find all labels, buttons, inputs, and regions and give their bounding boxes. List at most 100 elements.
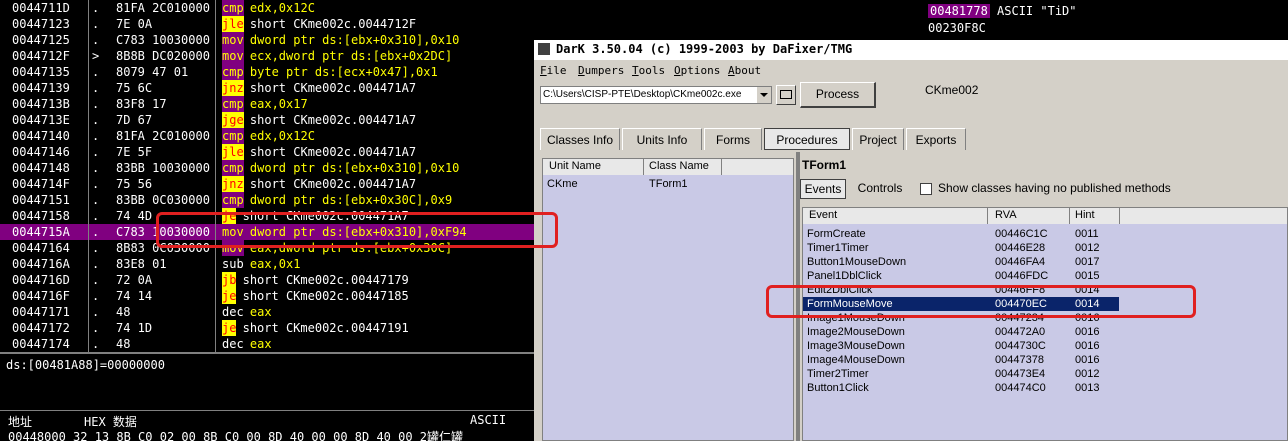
disasm-mnemonic: dec: [222, 337, 244, 351]
disasm-row[interactable]: 00447135. 8079 47 01 cmp byte ptr ds:[ecx+0…: [0, 64, 534, 80]
form-label: TForm1: [802, 158, 847, 172]
folder-icon: [780, 90, 792, 99]
tab-forms[interactable]: Forms: [704, 128, 762, 150]
disasm-row[interactable]: 00447174. 48 dec eax: [0, 336, 534, 352]
stack-row[interactable]: 00230F8C: [928, 21, 986, 35]
event-rva: 004473E4: [995, 368, 1046, 380]
disasm-row[interactable]: 00447140. 81FA 2C010000 cmp edx,0x12C: [0, 128, 534, 144]
title-bar[interactable]: DarK 3.50.04 (c) 1999-2003 by DaFixer/TM…: [534, 40, 1288, 60]
disasm-row[interactable]: 0044716D. 72 0A jb short CKme002c.00447179: [0, 272, 534, 288]
event-row[interactable]: FormCreate 00446C1C 0011: [803, 227, 1119, 241]
disasm-row[interactable]: 00447146. 7E 5F jle short CKme002c.004471A7: [0, 144, 534, 160]
dump-row[interactable]: 00448000 32 13 8B C0 02 00 8B C0 00 8D 4…: [0, 428, 534, 441]
project-name: CKme002: [925, 83, 979, 97]
tab-project[interactable]: Project: [852, 128, 904, 150]
disasm-operands: short CKme002c.004471A7: [249, 145, 417, 159]
file-path-combo[interactable]: C:\Users\CISP-PTE\Desktop\CKme002c.exe: [540, 86, 772, 104]
column-header-rva[interactable]: RVA: [995, 209, 1017, 221]
disasm-marker: .: [92, 321, 100, 335]
menu-tools[interactable]: Tools: [632, 64, 665, 77]
event-hint: 0016: [1075, 340, 1100, 352]
list-item[interactable]: CKme TForm1: [543, 177, 793, 193]
event-hint: 0012: [1075, 242, 1100, 254]
column-header-unit[interactable]: Unit Name: [549, 160, 601, 172]
unit-list[interactable]: Unit Name Class Name CKme TForm1: [542, 158, 794, 441]
disasm-hex: 74 14: [116, 289, 153, 303]
disasm-marker: .: [92, 273, 100, 287]
stack-value: ASCII "TiD": [997, 4, 1077, 18]
disasm-mnemonic: cmp: [222, 160, 244, 176]
tab-exports[interactable]: Exports: [906, 128, 966, 150]
tab-classes-info[interactable]: Classes Info: [540, 128, 620, 150]
disasm-row[interactable]: 00447125. C783 10030000 mov dword ptr ds:[e…: [0, 32, 534, 48]
disasm-address: 00447139: [12, 81, 70, 95]
disasm-mnemonic: jb: [222, 272, 237, 288]
menu-dumpers[interactable]: Dumpers: [578, 64, 624, 77]
event-rva: 0044730C: [995, 340, 1046, 352]
process-button[interactable]: Process: [800, 82, 876, 108]
open-file-button[interactable]: [776, 85, 796, 105]
column-header-event[interactable]: Event: [809, 209, 837, 221]
tab-units-info[interactable]: Units Info: [622, 128, 702, 150]
event-row[interactable]: Image4MouseDown 00447378 0016: [803, 353, 1119, 367]
disasm-address: 0044716D: [12, 273, 70, 287]
disasm-row[interactable]: 0044716A. 83E8 01 sub eax,0x1: [0, 256, 534, 272]
menu-about[interactable]: About: [728, 64, 761, 77]
annotation-box: [766, 285, 1196, 318]
disasm-row[interactable]: 00447123. 7E 0A jle short CKme002c.0044712F: [0, 16, 534, 32]
disasm-row[interactable]: 00447172. 74 1D je short CKme002c.00447191: [0, 320, 534, 336]
disasm-row[interactable]: 00447151. 83BB 0C030000 cmp dword ptr ds:[e…: [0, 192, 534, 208]
event-row[interactable]: Button1MouseDown 00446FA4 0017: [803, 255, 1119, 269]
tab-events[interactable]: Events: [800, 179, 846, 199]
event-row[interactable]: Image2MouseDown 004472A0 0016: [803, 325, 1119, 339]
menu-file[interactable]: File: [540, 64, 567, 77]
event-row[interactable]: Button1Click 004474C0 0013: [803, 381, 1119, 395]
tab-procedures[interactable]: Procedures: [764, 128, 850, 150]
disasm-address: 00447125: [12, 33, 70, 47]
disasm-row[interactable]: 00447139. 75 6C jnz short CKme002c.004471A7: [0, 80, 534, 96]
disasm-marker: .: [92, 241, 100, 255]
unit-list-header: Unit Name Class Name: [543, 159, 793, 175]
tab-controls[interactable]: Controls: [856, 179, 904, 199]
event-rva: 00446E28: [995, 242, 1046, 254]
disasm-row[interactable]: 0044713B. 83F8 17 cmp eax,0x17: [0, 96, 534, 112]
events-list[interactable]: Event RVA Hint FormCreate 00446C1C 0011 Tim…: [802, 207, 1288, 441]
disasm-row[interactable]: 00447148. 83BB 10030000 cmp dword ptr ds:[e…: [0, 160, 534, 176]
column-header-class[interactable]: Class Name: [649, 160, 709, 172]
disassembly-pane[interactable]: 0044711D. 81FA 2C010000 cmp edx,0x12C 004471…: [0, 0, 534, 352]
disasm-address: 00447151: [12, 193, 70, 207]
event-row[interactable]: Panel1DblClick 00446FDC 0015: [803, 269, 1119, 283]
event-name: Timer1Timer: [807, 242, 869, 254]
column-header-hint[interactable]: Hint: [1075, 209, 1095, 221]
event-hint: 0016: [1075, 354, 1100, 366]
disasm-mnemonic: jnz: [222, 80, 244, 96]
disasm-hex: 48: [116, 305, 131, 319]
disasm-row[interactable]: 0044716F. 74 14 je short CKme002c.00447185: [0, 288, 534, 304]
event-row[interactable]: Image3MouseDown 0044730C 0016: [803, 339, 1119, 353]
menu-bar: File Dumpers Tools Options About: [534, 62, 1288, 80]
disasm-row[interactable]: 0044713E. 7D 67 jge short CKme002c.004471A7: [0, 112, 534, 128]
disasm-row[interactable]: 0044712F >8B8B DC020000 mov ecx,dword ptr d…: [0, 48, 534, 64]
disasm-address: 00447135: [12, 65, 70, 79]
dump-header-ascii[interactable]: ASCII: [470, 413, 506, 427]
event-rva: 00447378: [995, 354, 1044, 366]
window-title: DarK 3.50.04 (c) 1999-2003 by DaFixer/TM…: [556, 42, 853, 56]
event-name: Image4MouseDown: [807, 354, 905, 366]
disasm-row[interactable]: 0044711D. 81FA 2C010000 cmp edx,0x12C: [0, 0, 534, 16]
menu-label: ile: [546, 64, 567, 77]
event-row[interactable]: Timer2Timer 004473E4 0012: [803, 367, 1119, 381]
disasm-hex: 7E 5F: [116, 145, 153, 159]
chevron-down-icon[interactable]: [756, 87, 771, 103]
stack-row[interactable]: 00481778 ASCII "TiD": [928, 4, 1077, 18]
disasm-mnemonic: cmp: [222, 192, 244, 208]
column-separator: [987, 208, 988, 224]
column-separator: [215, 0, 216, 352]
stack-pane[interactable]: 00481778 ASCII "TiD" 00230F8C: [924, 0, 1288, 40]
event-rva: 00446FDC: [995, 270, 1049, 282]
menu-options[interactable]: Options: [674, 64, 720, 77]
disasm-row[interactable]: 00447171. 48 dec eax: [0, 304, 534, 320]
disasm-row[interactable]: 0044714F. 75 56 jnz short CKme002c.004471A7: [0, 176, 534, 192]
show-classes-checkbox[interactable]: [920, 183, 932, 195]
event-row[interactable]: Timer1Timer 00446E28 0012: [803, 241, 1119, 255]
event-name: Image3MouseDown: [807, 340, 905, 352]
